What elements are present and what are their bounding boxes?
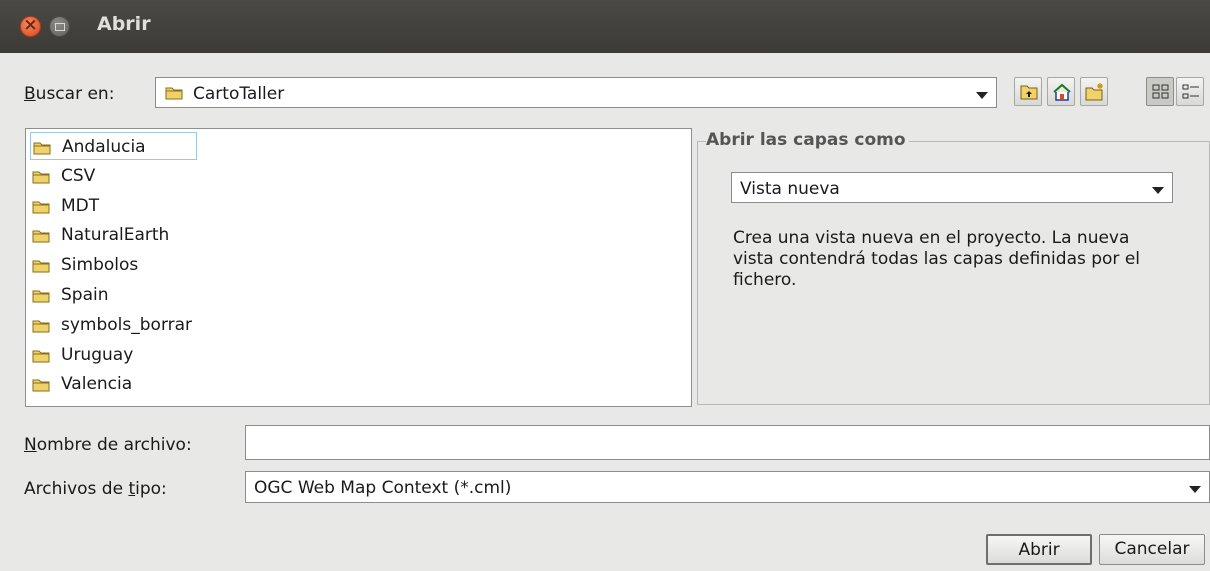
up-folder-icon (1020, 85, 1038, 100)
window-title: Abrir (97, 13, 151, 35)
open-as-title: Abrir las capas como (706, 130, 909, 150)
folder-icon (33, 141, 51, 155)
file-name: Uruguay (61, 345, 134, 365)
folder-icon (32, 229, 50, 243)
folder-icon (32, 170, 50, 184)
file-name: Valencia (61, 374, 133, 394)
open-mode-description: Crea una vista nueva en el proyecto. La … (733, 228, 1141, 290)
filename-label: Nombre de archivo: (24, 435, 192, 455)
home-icon (1053, 83, 1071, 101)
chevron-down-icon[interactable] (976, 92, 988, 99)
list-view-button[interactable] (1146, 77, 1174, 106)
filetype-label: Archivos de tipo: (24, 479, 167, 499)
chevron-down-icon[interactable] (1189, 486, 1201, 493)
chevron-down-icon[interactable] (1152, 187, 1164, 194)
folder-icon (32, 289, 50, 303)
folder-icon (32, 259, 50, 273)
details-view-button[interactable] (1176, 77, 1204, 106)
folder-icon (32, 378, 50, 392)
file-name: Spain (61, 285, 109, 305)
new-folder-button[interactable] (1080, 77, 1108, 106)
open-mode-value: Vista nueva (740, 179, 840, 199)
close-window-icon[interactable] (20, 14, 41, 37)
file-name: Andalucia (62, 137, 146, 157)
open-button[interactable]: Abrir (986, 534, 1092, 565)
up-folder-button[interactable] (1014, 77, 1042, 106)
new-folder-icon (1085, 83, 1103, 101)
title-bar: Abrir (0, 0, 1210, 53)
folder-icon (32, 319, 50, 333)
filetype-value: OGC Web Map Context (*.cml) (254, 478, 512, 498)
folder-icon (32, 349, 50, 363)
file-name: CSV (61, 166, 96, 186)
file-list[interactable]: Andalucia CSV MDT NaturalEarth Simbolos … (25, 128, 692, 407)
file-name: NaturalEarth (61, 225, 170, 245)
open-mode-select[interactable]: Vista nueva (731, 172, 1173, 203)
file-name: MDT (61, 196, 100, 216)
cancel-button[interactable]: Cancelar (1099, 534, 1205, 565)
list-item[interactable]: Andalucia (30, 132, 197, 160)
file-name: symbols_borrar (61, 315, 193, 335)
list-view-icon (1152, 84, 1169, 99)
details-view-icon (1182, 84, 1199, 99)
lookin-value: CartoTaller (193, 84, 285, 104)
folder-icon (165, 86, 183, 100)
filetype-select[interactable]: OGC Web Map Context (*.cml) (245, 471, 1210, 503)
folder-icon (32, 200, 50, 214)
file-name: Simbolos (61, 255, 139, 275)
lookin-label: Buscar en: (24, 84, 115, 104)
filename-input[interactable] (245, 425, 1210, 460)
maximize-window-icon[interactable] (49, 16, 70, 37)
lookin-combo[interactable]: CartoTaller (155, 77, 997, 108)
home-button[interactable] (1047, 77, 1075, 106)
